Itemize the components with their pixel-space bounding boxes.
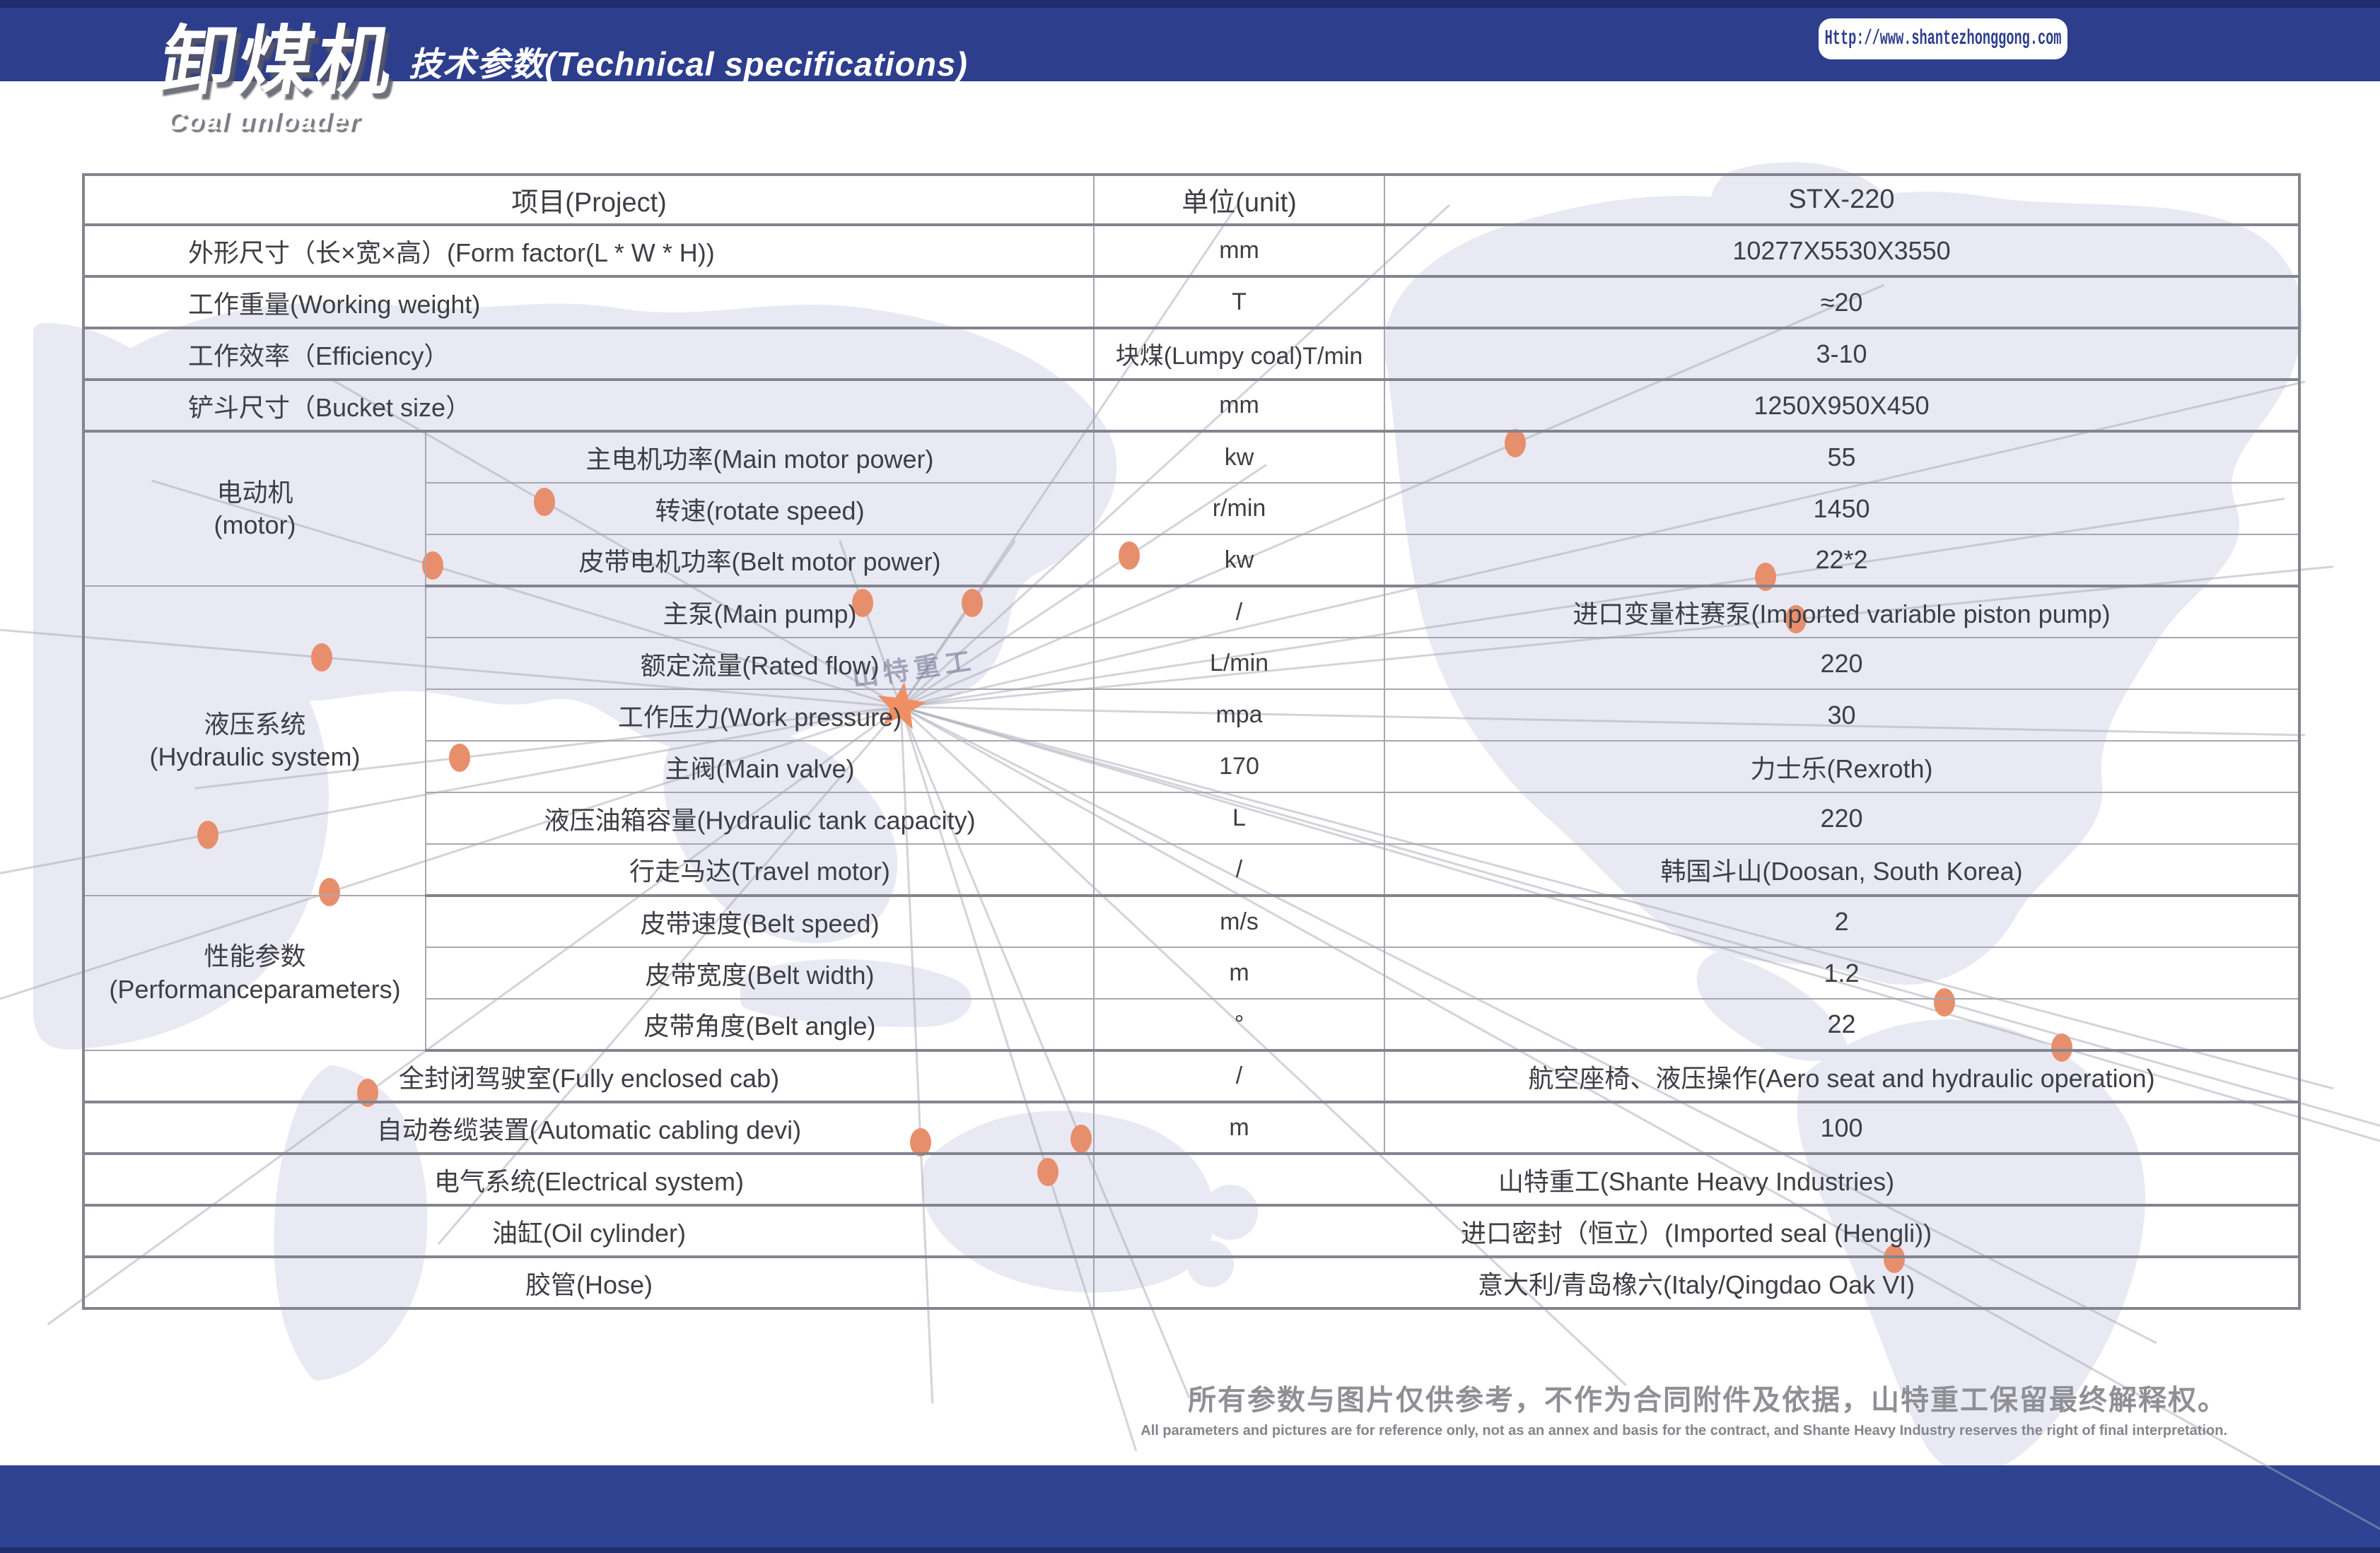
bottom-footer-bar bbox=[0, 1465, 2380, 1553]
disclaimer-en: All parameters and pictures are for refe… bbox=[1141, 1423, 2227, 1439]
spec-label: 皮带宽度(Belt width) bbox=[426, 947, 1094, 999]
table-row: 自动卷缆装置(Automatic cabling devi) m 100 bbox=[83, 1102, 2299, 1154]
spec-label: 主泵(Main pump) bbox=[426, 586, 1094, 638]
spec-unit: m bbox=[1094, 947, 1384, 999]
table-row: 液压系统 (Hydraulic system) 主泵(Main pump) / … bbox=[83, 586, 2299, 638]
group-label-line1: 性能参数 bbox=[85, 940, 425, 973]
column-header-unit: 单位(unit) bbox=[1094, 175, 1384, 225]
spec-value: 山特重工(Shante Heavy Industries) bbox=[1094, 1154, 2299, 1205]
group-label-performance: 性能参数 (Performanceparameters) bbox=[83, 896, 426, 1050]
spec-label: 工作重量(Working weight) bbox=[83, 276, 1094, 328]
table-row: 性能参数 (Performanceparameters) 皮带速度(Belt s… bbox=[83, 896, 2299, 947]
spec-label: 液压油箱容量(Hydraulic tank capacity) bbox=[426, 792, 1094, 844]
table-header-row: 项目(Project) 单位(unit) STX-220 bbox=[83, 175, 2299, 225]
spec-label: 皮带速度(Belt speed) bbox=[426, 896, 1094, 947]
spec-label: 工作效率（Efficiency） bbox=[83, 328, 1094, 380]
spec-value: 1250X950X450 bbox=[1384, 380, 2299, 431]
spec-value: 22*2 bbox=[1384, 534, 2299, 586]
group-label-line2: (Hydraulic system) bbox=[85, 741, 425, 773]
spec-unit: / bbox=[1094, 844, 1384, 896]
table-row: 工作重量(Working weight) T ≈20 bbox=[83, 276, 2299, 328]
spec-value: 航空座椅、液压操作(Aero seat and hydraulic operat… bbox=[1384, 1050, 2299, 1102]
table-row: 全封闭驾驶室(Fully enclosed cab) / 航空座椅、液压操作(A… bbox=[83, 1050, 2299, 1102]
top-header-bar-accent bbox=[0, 0, 2380, 8]
brand-logo-cn: 卸煤机 bbox=[156, 24, 401, 99]
spec-label: 主阀(Main valve) bbox=[426, 741, 1094, 792]
disclaimer-block: 所有参数与图片仅供参考，不作为合同附件及依据，山特重工保留最终解释权。 All … bbox=[1141, 1377, 2227, 1439]
spec-value: 1.2 bbox=[1384, 947, 2299, 999]
specs-table: 项目(Project) 单位(unit) STX-220 外形尺寸（长×宽×高）… bbox=[82, 173, 2301, 1310]
spec-sheet-page: 山特重工 卸煤机 Coal unloader 技术参数(Technical sp… bbox=[0, 0, 2380, 1553]
group-label-line1: 电动机 bbox=[85, 476, 425, 509]
spec-value: 100 bbox=[1384, 1102, 2299, 1154]
website-url-text: Http://www.shantezhonggong.com bbox=[1825, 27, 2062, 51]
table-row: 胶管(Hose) 意大利/青岛橡六(Italy/Qingdao Oak VI) bbox=[83, 1257, 2299, 1308]
spec-label: 全封闭驾驶室(Fully enclosed cab) bbox=[83, 1050, 1094, 1102]
spec-value: 220 bbox=[1384, 638, 2299, 689]
spec-unit: L bbox=[1094, 792, 1384, 844]
group-label-hydraulic: 液压系统 (Hydraulic system) bbox=[83, 586, 426, 896]
spec-value: 韩国斗山(Doosan, South Korea) bbox=[1384, 844, 2299, 896]
column-header-project: 项目(Project) bbox=[83, 175, 1094, 225]
spec-label: 外形尺寸（长×宽×高）(Form factor(L * W * H)) bbox=[83, 225, 1094, 276]
spec-unit: L/min bbox=[1094, 638, 1384, 689]
spec-value: 力士乐(Rexroth) bbox=[1384, 741, 2299, 792]
spec-unit: 块煤(Lumpy coal)T/min bbox=[1094, 328, 1384, 380]
spec-value: 进口密封（恒立）(Imported seal (Hengli)) bbox=[1094, 1205, 2299, 1257]
spec-label: 电气系统(Electrical system) bbox=[83, 1154, 1094, 1205]
spec-unit: mm bbox=[1094, 225, 1384, 276]
spec-unit: mpa bbox=[1094, 689, 1384, 741]
spec-label: 胶管(Hose) bbox=[83, 1257, 1094, 1308]
spec-value: 55 bbox=[1384, 431, 2299, 483]
spec-unit: / bbox=[1094, 1050, 1384, 1102]
spec-label: 主电机功率(Main motor power) bbox=[426, 431, 1094, 483]
spec-value: 2 bbox=[1384, 896, 2299, 947]
table-row: 油缸(Oil cylinder) 进口密封（恒立）(Imported seal … bbox=[83, 1205, 2299, 1257]
column-header-model: STX-220 bbox=[1384, 175, 2299, 225]
table-row: 电动机 (motor) 主电机功率(Main motor power) kw 5… bbox=[83, 431, 2299, 483]
spec-label: 额定流量(Rated flow) bbox=[426, 638, 1094, 689]
spec-unit: T bbox=[1094, 276, 1384, 328]
spec-value: 10277X5530X3550 bbox=[1384, 225, 2299, 276]
spec-value: 意大利/青岛橡六(Italy/Qingdao Oak VI) bbox=[1094, 1257, 2299, 1308]
spec-unit: m bbox=[1094, 1102, 1384, 1154]
spec-value: ≈20 bbox=[1384, 276, 2299, 328]
spec-value: 3-10 bbox=[1384, 328, 2299, 380]
spec-unit: kw bbox=[1094, 534, 1384, 586]
spec-value: 1450 bbox=[1384, 483, 2299, 534]
website-link[interactable]: Http://www.shantezhonggong.com bbox=[1819, 18, 2067, 59]
spec-value: 22 bbox=[1384, 999, 2299, 1050]
spec-label: 皮带角度(Belt angle) bbox=[426, 999, 1094, 1050]
spec-value: 进口变量柱赛泵(Imported variable piston pump) bbox=[1384, 586, 2299, 638]
table-row: 电气系统(Electrical system) 山特重工(Shante Heav… bbox=[83, 1154, 2299, 1205]
spec-label: 工作压力(Work pressure) bbox=[426, 689, 1094, 741]
spec-label: 自动卷缆装置(Automatic cabling devi) bbox=[83, 1102, 1094, 1154]
spec-value: 30 bbox=[1384, 689, 2299, 741]
spec-label: 铲斗尺寸（Bucket size） bbox=[83, 380, 1094, 431]
spec-unit: 170 bbox=[1094, 741, 1384, 792]
bottom-footer-bar-accent bbox=[0, 1547, 2380, 1553]
spec-value: 220 bbox=[1384, 792, 2299, 844]
group-label-line1: 液压系统 bbox=[85, 708, 425, 741]
table-row: 铲斗尺寸（Bucket size） mm 1250X950X450 bbox=[83, 380, 2299, 431]
spec-label: 转速(rotate speed) bbox=[426, 483, 1094, 534]
spec-unit: mm bbox=[1094, 380, 1384, 431]
spec-unit: m/s bbox=[1094, 896, 1384, 947]
disclaimer-cn: 所有参数与图片仅供参考，不作为合同附件及依据，山特重工保留最终解释权。 bbox=[1141, 1377, 2227, 1418]
table-row: 工作效率（Efficiency） 块煤(Lumpy coal)T/min 3-1… bbox=[83, 328, 2299, 380]
group-label-line2: (motor) bbox=[85, 509, 425, 541]
brand-logo-en: Coal unloader bbox=[167, 106, 360, 136]
spec-label: 行走马达(Travel motor) bbox=[426, 844, 1094, 896]
page-title: 技术参数(Technical specifications) bbox=[409, 37, 968, 86]
group-label-motor: 电动机 (motor) bbox=[83, 431, 426, 586]
spec-unit: / bbox=[1094, 586, 1384, 638]
spec-unit: r/min bbox=[1094, 483, 1384, 534]
table-row: 外形尺寸（长×宽×高）(Form factor(L * W * H)) mm 1… bbox=[83, 225, 2299, 276]
spec-unit: kw bbox=[1094, 431, 1384, 483]
group-label-line2: (Performanceparameters) bbox=[85, 973, 425, 1006]
spec-label: 油缸(Oil cylinder) bbox=[83, 1205, 1094, 1257]
spec-unit: ° bbox=[1094, 999, 1384, 1050]
spec-label: 皮带电机功率(Belt motor power) bbox=[426, 534, 1094, 586]
